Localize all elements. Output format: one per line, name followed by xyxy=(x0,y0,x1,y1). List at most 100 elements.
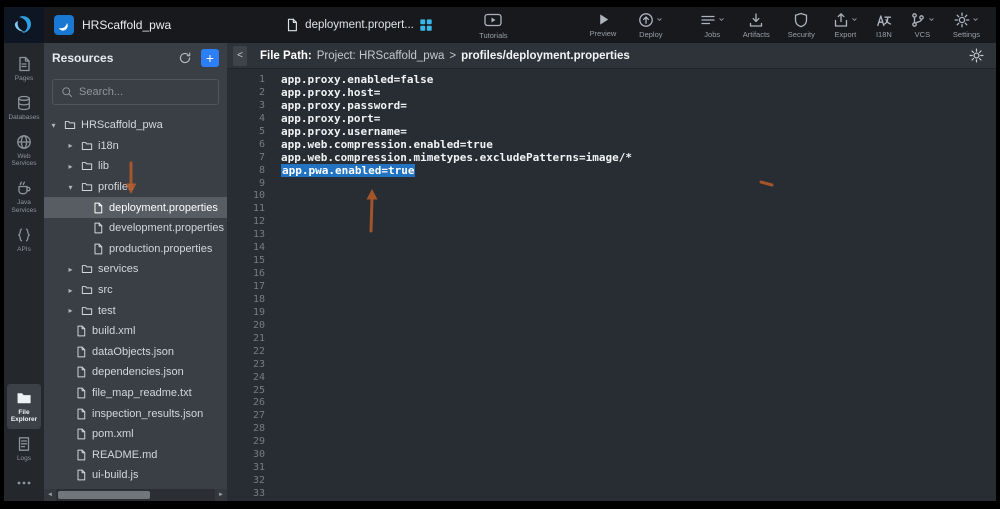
code-line[interactable]: 13 xyxy=(227,229,996,242)
code-line[interactable]: 29 xyxy=(227,436,996,449)
code-line[interactable]: 27 xyxy=(227,410,996,423)
tree-folder-item[interactable]: ▸i18n xyxy=(44,136,227,157)
chevron-down-icon xyxy=(851,16,858,23)
caret-right-icon[interactable]: ▸ xyxy=(65,162,76,171)
code-line[interactable]: 25 xyxy=(227,385,996,398)
topbar-settings-button[interactable]: Settings xyxy=(949,10,984,41)
sidebar-item-apis[interactable]: APIs xyxy=(7,221,41,259)
code-line[interactable]: 32 xyxy=(227,475,996,488)
code-line[interactable]: 11 xyxy=(227,203,996,216)
topbar-export-button[interactable]: Export xyxy=(829,10,862,41)
sidebar-item-pages[interactable]: Pages xyxy=(7,50,41,88)
tree-file-item[interactable]: inspection_results.json xyxy=(44,403,227,424)
tree-file-item[interactable]: dependencies.json xyxy=(44,362,227,383)
collapse-panel-button[interactable]: < xyxy=(233,46,247,66)
code-line[interactable]: 24 xyxy=(227,372,996,385)
code-line[interactable]: 22 xyxy=(227,346,996,359)
code-line[interactable]: 30 xyxy=(227,449,996,462)
tree-file-item[interactable]: ui-build.js xyxy=(44,465,227,486)
code-line[interactable]: 33 xyxy=(227,488,996,501)
caret-right-icon[interactable]: ▸ xyxy=(65,286,76,295)
wavemaker-logo[interactable] xyxy=(4,7,44,43)
caret-right-icon[interactable]: ▸ xyxy=(65,265,76,274)
topbar-i18n-button[interactable]: I18N xyxy=(872,10,896,41)
tutorials-button[interactable]: Tutorials xyxy=(475,7,511,43)
tree-file-item[interactable]: pom.xml xyxy=(44,424,227,445)
tree-folder-item[interactable]: ▸services xyxy=(44,259,227,280)
refresh-icon[interactable] xyxy=(178,51,192,65)
scroll-right-icon[interactable]: ► xyxy=(215,489,227,501)
code-line[interactable]: 28 xyxy=(227,423,996,436)
code-line[interactable]: 15 xyxy=(227,255,996,268)
code-line[interactable]: 14 xyxy=(227,242,996,255)
code-text xyxy=(277,320,281,333)
code-line[interactable]: 20 xyxy=(227,320,996,333)
tree-item-label: README.md xyxy=(92,449,157,461)
code-line[interactable]: 8app.pwa.enabled=true xyxy=(227,165,996,178)
tree-folder-item[interactable]: ▾profiles xyxy=(44,177,227,198)
code-line[interactable]: 12 xyxy=(227,216,996,229)
scrollbar-track[interactable] xyxy=(56,489,215,501)
file-icon xyxy=(75,325,87,337)
topbar-vcs-button[interactable]: VCS xyxy=(906,10,939,41)
code-line[interactable]: 16 xyxy=(227,268,996,281)
add-resource-button[interactable]: + xyxy=(201,49,219,67)
sidebar-item-logs[interactable]: Logs xyxy=(7,430,41,468)
tree-file-item[interactable]: development.properties xyxy=(44,218,227,239)
open-file-tab[interactable]: deployment.propert... xyxy=(277,7,441,43)
code-line[interactable]: 7app.web.compression.mimetypes.excludePa… xyxy=(227,152,996,165)
preview-button[interactable]: Preview xyxy=(586,7,621,43)
line-number: 29 xyxy=(227,436,277,449)
scrollbar-thumb[interactable] xyxy=(58,491,150,499)
tree-folder-item[interactable]: ▸lib xyxy=(44,156,227,177)
code-line[interactable]: 10 xyxy=(227,190,996,203)
sidebar-item-label: Databases xyxy=(8,114,39,122)
caret-right-icon[interactable]: ▸ xyxy=(65,141,76,150)
code-line[interactable]: 9 xyxy=(227,178,996,191)
caret-right-icon[interactable]: ▸ xyxy=(65,306,76,315)
tree-file-item[interactable]: file_map_readme.txt xyxy=(44,383,227,404)
code-line[interactable]: 26 xyxy=(227,397,996,410)
sidebar-item-web-services[interactable]: Web Services xyxy=(7,128,41,174)
tree-file-item[interactable]: README.md xyxy=(44,445,227,466)
gear-icon[interactable] xyxy=(969,48,984,63)
folder-icon xyxy=(81,181,93,193)
tree-file-item[interactable]: build.xml xyxy=(44,321,227,342)
line-number: 30 xyxy=(227,449,277,462)
topbar-security-button[interactable]: Security xyxy=(784,10,819,41)
web-services-icon xyxy=(16,134,32,150)
sidebar-item-file-explorer[interactable]: File Explorer xyxy=(7,384,41,430)
topbar-artifacts-button[interactable]: Artifacts xyxy=(739,10,774,41)
code-line[interactable]: 19 xyxy=(227,307,996,320)
code-string: app.proxy.username= xyxy=(281,125,407,138)
code-editor[interactable]: 1app.proxy.enabled=false2app.proxy.host=… xyxy=(227,69,996,501)
sidebar-item-label: Java Services xyxy=(7,199,41,215)
code-line[interactable]: 31 xyxy=(227,462,996,475)
code-line[interactable]: 17 xyxy=(227,281,996,294)
tree-file-item[interactable]: dataObjects.json xyxy=(44,342,227,363)
resources-horizontal-scrollbar[interactable]: ◄ ► xyxy=(44,489,227,501)
caret-down-icon[interactable]: ▾ xyxy=(65,183,76,192)
tree-folder-item[interactable]: ▸test xyxy=(44,300,227,321)
deploy-button[interactable]: Deploy xyxy=(634,7,667,43)
code-line[interactable]: 21 xyxy=(227,333,996,346)
caret-down-icon[interactable]: ▾ xyxy=(48,121,59,130)
sidebar-item-label: Web Services xyxy=(7,153,41,169)
scroll-left-icon[interactable]: ◄ xyxy=(44,489,56,501)
sidebar-item-java-services[interactable]: Java Services xyxy=(7,174,41,220)
tree-file-item[interactable]: deployment.properties xyxy=(44,197,227,218)
line-number: 11 xyxy=(227,203,277,216)
search-input[interactable] xyxy=(79,86,210,98)
code-line[interactable]: 23 xyxy=(227,359,996,372)
line-number: 19 xyxy=(227,307,277,320)
sidebar-item-more[interactable] xyxy=(7,469,41,496)
project-switcher[interactable]: HRScaffold_pwa xyxy=(44,7,181,43)
topbar-jobs-button[interactable]: Jobs xyxy=(696,10,729,41)
sidebar-item-databases[interactable]: Databases xyxy=(7,89,41,127)
tree-folder-item[interactable]: ▾HRScaffold_pwa xyxy=(44,115,227,136)
sidebar-item-label: Logs xyxy=(17,455,31,463)
search-icon xyxy=(61,86,73,98)
tree-file-item[interactable]: production.properties xyxy=(44,239,227,260)
code-line[interactable]: 18 xyxy=(227,294,996,307)
tree-folder-item[interactable]: ▸src xyxy=(44,280,227,301)
